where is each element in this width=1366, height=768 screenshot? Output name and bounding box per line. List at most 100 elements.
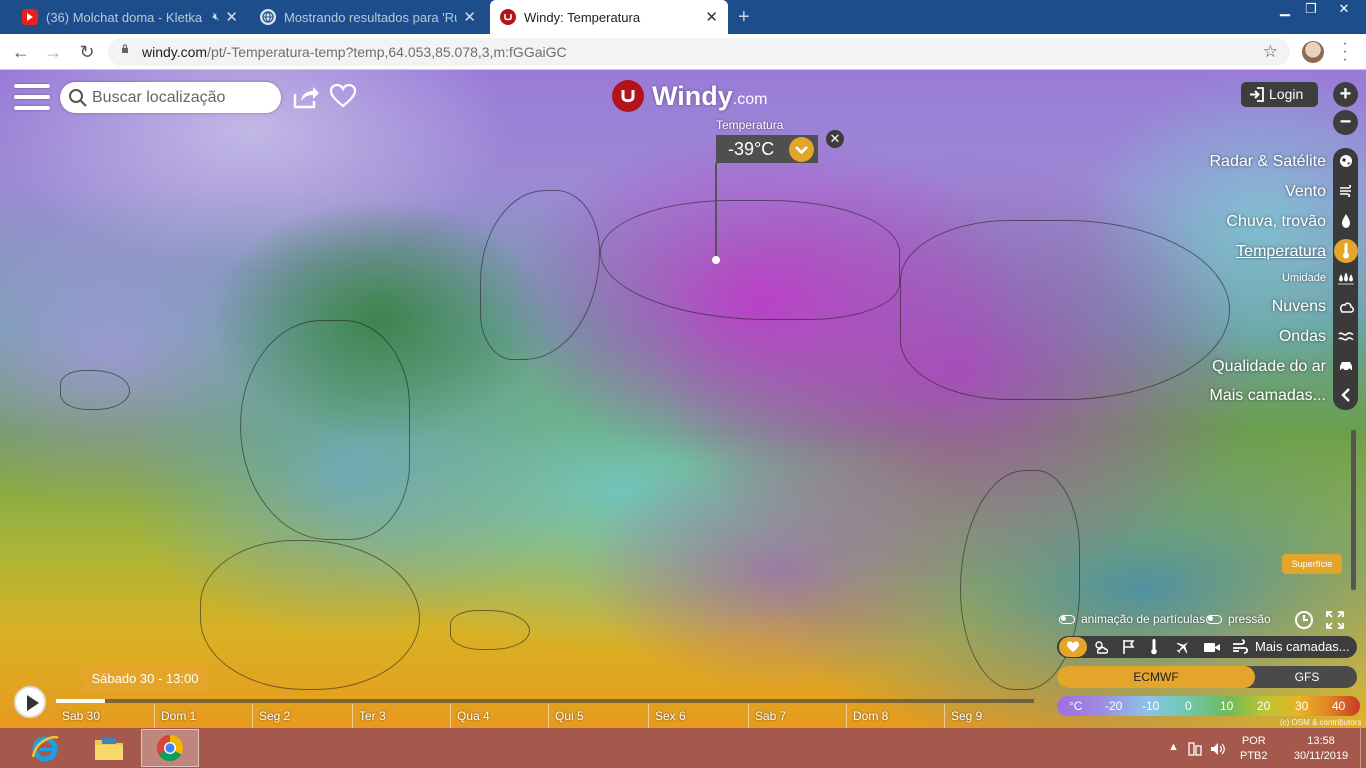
drop-icon[interactable] — [1334, 209, 1358, 233]
play-button[interactable] — [14, 686, 46, 718]
layer-temperature[interactable]: Temperatura — [1236, 243, 1326, 261]
file-explorer-icon[interactable] — [80, 729, 138, 767]
zoom-in-button[interactable]: + — [1333, 82, 1358, 107]
waves-icon[interactable] — [1334, 324, 1358, 348]
current-time-badge: Sábado 30 - 13:00 — [82, 666, 208, 691]
volume-icon[interactable] — [1210, 741, 1226, 757]
timeline-day[interactable]: Qua 4 — [450, 704, 490, 728]
sun-cloud-icon[interactable] — [1093, 639, 1109, 655]
share-icon[interactable] — [292, 84, 320, 110]
layer-rain[interactable]: Chuva, trovão — [1226, 213, 1326, 231]
internet-explorer-icon[interactable] — [16, 729, 74, 767]
picker-close-icon[interactable]: ✕ — [826, 130, 844, 148]
chevron-down-icon[interactable] — [789, 137, 814, 162]
address-bar[interactable]: windy.com/pt/-Temperatura-temp?temp,64.0… — [108, 38, 1290, 66]
tab-close-icon[interactable]: ✕ — [225, 8, 238, 26]
login-button[interactable]: Login — [1241, 82, 1318, 107]
clock-icon[interactable] — [1294, 610, 1314, 630]
globe-icon — [260, 9, 276, 25]
timeline-day[interactable]: Dom 1 — [154, 704, 196, 728]
bookmark-star-icon[interactable]: ☆ — [1263, 42, 1278, 62]
fullscreen-icon[interactable] — [1325, 610, 1345, 630]
network-icon[interactable] — [1188, 741, 1202, 757]
timeline-day[interactable]: Sab 7 — [748, 704, 786, 728]
tray-expand-icon[interactable]: ▲ — [1168, 741, 1179, 753]
mute-icon[interactable]: 🔇︎ — [212, 11, 219, 24]
taskbar-clock[interactable]: 13:58 30/11/2019 — [1290, 734, 1352, 764]
timeline-day[interactable]: Seg 9 — [944, 704, 982, 728]
windy-logo[interactable]: Windy .com — [612, 80, 767, 112]
menu-hamburger-icon[interactable] — [14, 84, 50, 112]
wind-icon[interactable] — [1334, 179, 1358, 203]
tab-youtube[interactable]: (36) Molchat doma - Kletka 🔇︎ ✕ — [12, 0, 248, 34]
new-tab-button[interactable]: + — [738, 6, 750, 29]
model-ecmwf-button[interactable]: ECMWF — [1057, 666, 1255, 688]
browser-menu-icon[interactable]: · · · — [1340, 36, 1350, 68]
layer-more[interactable]: Mais camadas... — [1210, 387, 1326, 405]
cloud-icon[interactable] — [1334, 295, 1358, 319]
input-language[interactable]: POR PTB2 — [1240, 734, 1268, 764]
timeline-day[interactable]: Sab 30 — [56, 704, 100, 728]
webcam-icon[interactable] — [1203, 639, 1221, 655]
profile-avatar[interactable] — [1302, 41, 1324, 63]
chevron-left-icon[interactable] — [1334, 383, 1358, 407]
forward-button[interactable]: → — [42, 41, 64, 63]
tab-close-icon[interactable]: ✕ — [463, 8, 476, 26]
flag-icon[interactable] — [1121, 639, 1137, 655]
logo-suffix: .com — [732, 91, 768, 108]
legend-tick: 30 — [1295, 699, 1309, 713]
timeline-track[interactable] — [56, 699, 1034, 703]
heart-icon[interactable] — [329, 84, 357, 108]
search-icon — [69, 89, 87, 107]
pressure-toggle[interactable]: pressão — [1206, 612, 1271, 626]
humidity-icon[interactable] — [1334, 267, 1358, 291]
globe-icon[interactable] — [1334, 149, 1358, 173]
more-layers-link[interactable]: Mais camadas... — [1255, 639, 1350, 654]
favorite-overlay-heart-icon[interactable] — [1059, 637, 1087, 657]
back-button[interactable]: ← — [10, 41, 32, 63]
weather-map[interactable] — [0, 70, 1366, 728]
car-icon[interactable] — [1334, 354, 1358, 378]
search-box[interactable] — [60, 82, 281, 113]
pressure-label: pressão — [1228, 612, 1271, 626]
thermometer-icon[interactable] — [1334, 239, 1358, 263]
airplane-icon[interactable] — [1175, 639, 1191, 655]
timeline-day[interactable]: Sex 6 — [648, 704, 686, 728]
reload-button[interactable]: ↻ — [76, 41, 98, 63]
chrome-icon[interactable] — [141, 729, 199, 767]
legend-tick: 40 — [1332, 699, 1346, 713]
layer-scrollbar[interactable] — [1351, 430, 1356, 590]
coastline-caspian — [450, 610, 530, 650]
timeline-day[interactable]: Qui 5 — [548, 704, 584, 728]
search-input[interactable] — [92, 87, 272, 109]
timeline-day[interactable]: Seg 2 — [252, 704, 290, 728]
tab-search[interactable]: Mostrando resultados para 'Rússia' ✕ — [250, 0, 486, 34]
keyboard-layout: PTB2 — [1240, 750, 1268, 762]
altitude-surface-button[interactable]: Superfície — [1282, 554, 1342, 574]
layer-wind[interactable]: Vento — [1285, 183, 1326, 201]
thermometer-icon[interactable] — [1149, 639, 1159, 655]
particles-toggle[interactable]: animação de partículas — [1059, 612, 1205, 626]
wind-gust-icon[interactable] — [1231, 639, 1249, 655]
coastline-europe — [200, 540, 420, 690]
tab-close-icon[interactable]: ✕ — [705, 8, 718, 26]
youtube-icon — [22, 9, 38, 25]
layer-clouds[interactable]: Nuvens — [1272, 298, 1326, 316]
picker-location-dot[interactable] — [712, 256, 720, 264]
temperature-legend[interactable]: °C -20 -10 0 10 20 30 40 — [1057, 696, 1360, 716]
timeline-days: Sab 30 Dom 1 Seg 2 Ter 3 Qua 4 Qui 5 Sex… — [56, 704, 1036, 728]
timeline-day[interactable]: Ter 3 — [352, 704, 386, 728]
windows-taskbar — [0, 728, 1366, 768]
clock-date: 30/11/2019 — [1293, 750, 1349, 762]
model-gfs-button[interactable]: GFS — [1257, 666, 1357, 688]
zoom-out-button[interactable]: − — [1333, 110, 1358, 135]
tab-windy[interactable]: Windy: Temperatura ✕ — [490, 0, 728, 34]
timeline-day[interactable]: Dom 8 — [846, 704, 888, 728]
restore-button[interactable]: ❐ — [1296, 0, 1326, 20]
layer-air-quality[interactable]: Qualidade do ar — [1212, 358, 1326, 376]
show-desktop-button[interactable] — [1360, 728, 1366, 768]
layer-radar[interactable]: Radar & Satélite — [1209, 153, 1326, 171]
close-window-button[interactable]: ✕ — [1326, 0, 1362, 20]
layer-humidity[interactable]: Umidade — [1282, 272, 1326, 284]
layer-waves[interactable]: Ondas — [1279, 328, 1326, 346]
